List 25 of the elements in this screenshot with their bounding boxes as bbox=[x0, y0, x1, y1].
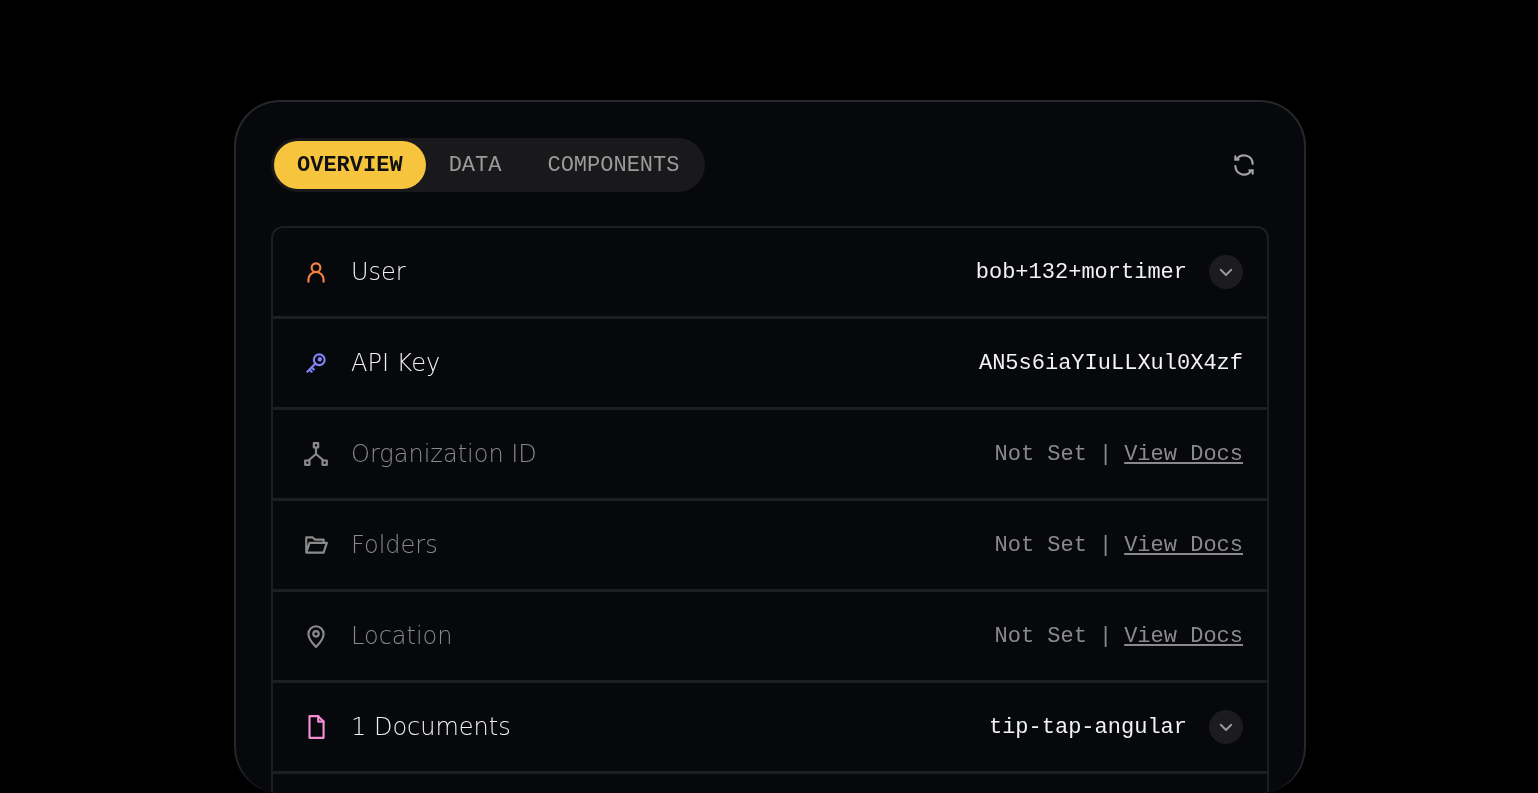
row-value: Not Set bbox=[994, 441, 1087, 467]
docs-link[interactable]: View Docs bbox=[1124, 623, 1243, 649]
refresh-icon[interactable] bbox=[1231, 152, 1257, 178]
expand-button[interactable] bbox=[1209, 255, 1243, 289]
row-label: User bbox=[351, 258, 407, 286]
row-label: Organization ID bbox=[351, 440, 538, 468]
row-value: bob+132+mortimer bbox=[975, 259, 1187, 285]
separator: | bbox=[1098, 441, 1113, 467]
row-label: Location bbox=[351, 622, 454, 650]
separator: | bbox=[1098, 532, 1113, 558]
row-value: tip-tap-angular bbox=[988, 714, 1187, 740]
tab[interactable]: COMPONENTS bbox=[524, 141, 703, 189]
row-value: AN5s6iaYIuLLXul0X4zf bbox=[978, 350, 1243, 376]
tab[interactable]: OVERVIEW bbox=[274, 141, 426, 189]
row-label: API Key bbox=[351, 349, 442, 377]
tab[interactable]: DATA bbox=[425, 141, 525, 189]
separator: | bbox=[1098, 623, 1113, 649]
row-label: Folders bbox=[351, 531, 439, 559]
row-label: 1 Documents bbox=[351, 713, 512, 741]
docs-link[interactable]: View Docs bbox=[1124, 441, 1243, 467]
row-value: Not Set bbox=[994, 623, 1087, 649]
network-icon bbox=[303, 441, 329, 467]
row-value: Not Set bbox=[994, 532, 1087, 558]
expand-button[interactable] bbox=[1209, 710, 1243, 744]
docs-link[interactable]: View Docs bbox=[1124, 532, 1243, 558]
